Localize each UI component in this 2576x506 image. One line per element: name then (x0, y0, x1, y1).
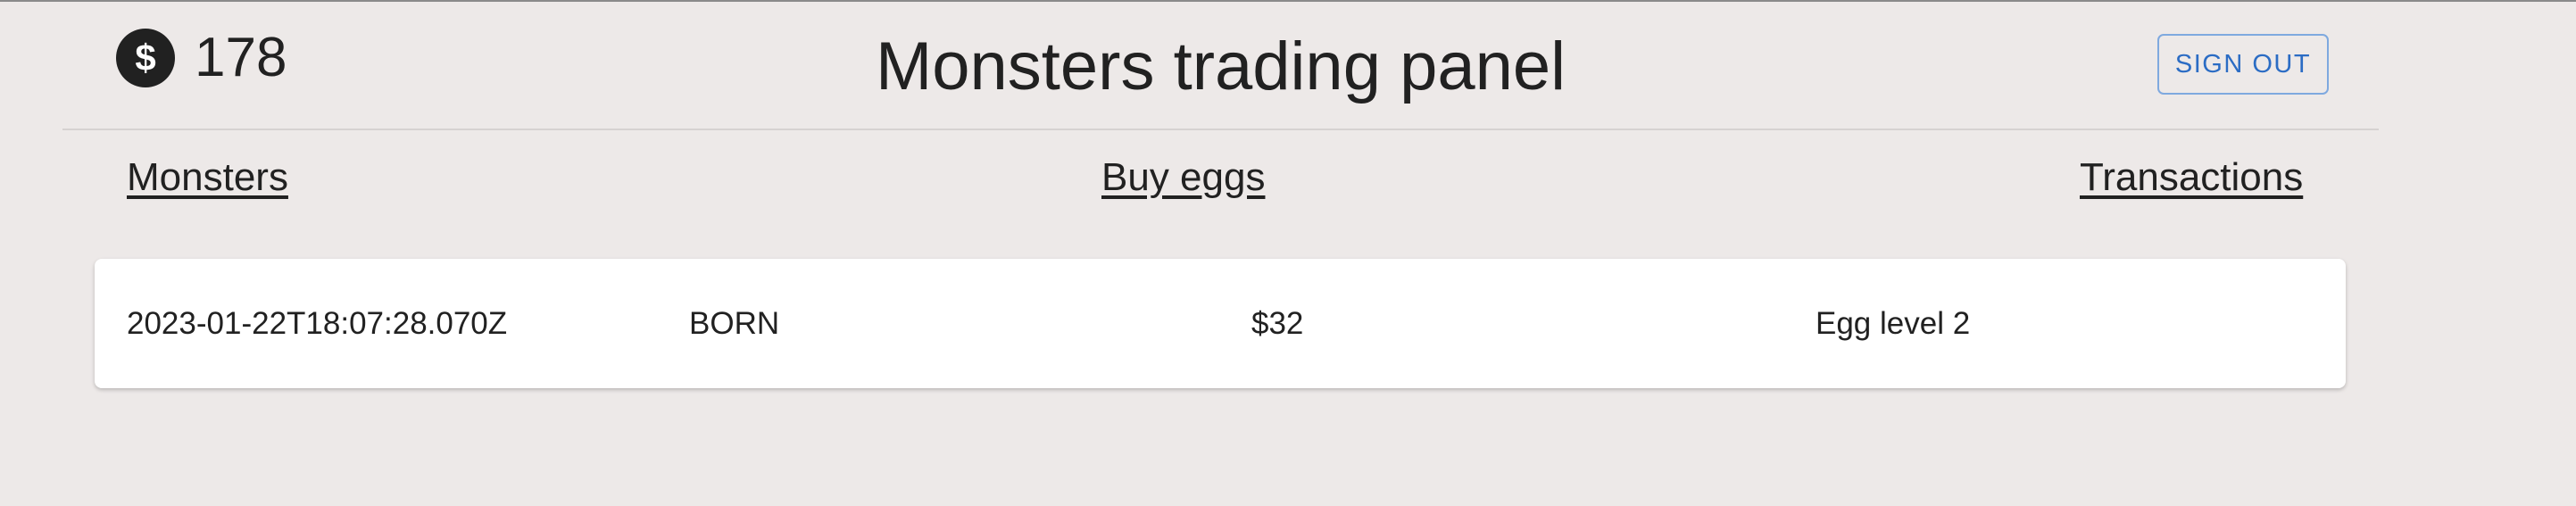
transaction-price: $32 (1251, 306, 1304, 341)
nav-link-transactions[interactable]: Transactions (2080, 155, 2303, 200)
nav-link-buy-eggs[interactable]: Buy eggs (1101, 155, 1265, 200)
nav-link-monsters[interactable]: Monsters (127, 155, 288, 200)
transaction-timestamp: 2023-01-22T18:07:28.070Z (127, 306, 508, 341)
sign-out-button[interactable]: SIGN OUT (2157, 34, 2329, 95)
transaction-status: BORN (689, 306, 780, 341)
transaction-item: Egg level 2 (1816, 306, 1971, 341)
transaction-row: 2023-01-22T18:07:28.070Z BORN $32 Egg le… (95, 259, 2346, 388)
page: $ 178 Monsters trading panel SIGN OUT Mo… (0, 0, 2576, 506)
header: $ 178 Monsters trading panel SIGN OUT (62, 2, 2379, 130)
page-title: Monsters trading panel (875, 29, 1566, 104)
